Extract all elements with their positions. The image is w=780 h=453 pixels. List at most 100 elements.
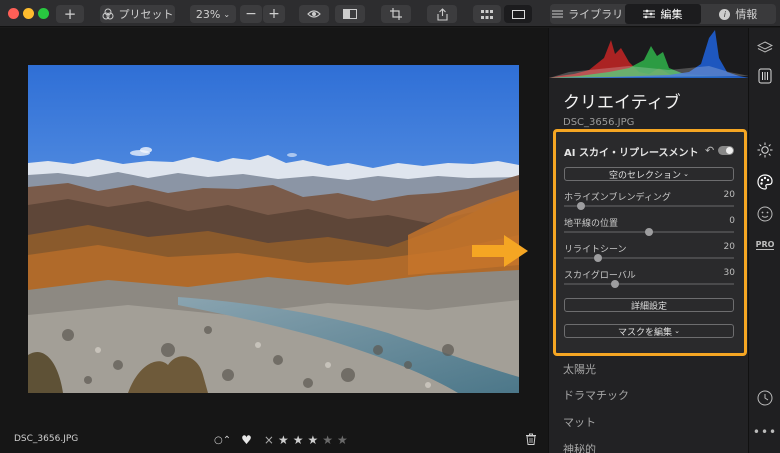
arrow-right-icon [472,235,528,267]
zoom-out-button[interactable]: − [240,5,262,23]
sky-selection-dropdown[interactable]: 空のセレクション ⌄ [564,167,734,181]
heart-icon[interactable]: ♥ [241,433,252,447]
zoom-in-button[interactable]: + [263,5,285,23]
sun-icon [757,142,773,158]
star-2[interactable]: ★ [293,433,304,447]
slider-knob[interactable] [577,202,585,210]
tool-matte[interactable]: マット [563,414,596,430]
image-canvas[interactable] [0,28,548,453]
light-tools-button[interactable] [755,140,775,160]
share-button[interactable] [427,5,457,23]
horizon-position-slider[interactable] [564,228,734,236]
essentials-icon [758,68,772,84]
slider-value: 20 [723,242,735,252]
tool-mystical[interactable]: 神秘的 [563,441,596,453]
single-image-icon [511,9,525,19]
top-toolbar: + プリセット 23% ⌄ − + ライブラリ 編集 i 情報 [0,0,780,27]
panel-filename: DSC_3656.JPG [563,117,635,128]
star-3[interactable]: ★ [307,433,318,447]
essentials-button[interactable] [755,66,775,86]
tab-info-label: 情報 [735,8,758,21]
edit-sliders-icon [643,9,656,19]
pro-tools-button[interactable]: PRO [755,235,775,255]
advanced-settings-button[interactable]: 詳細設定 [564,298,734,312]
mode-segmented-control: ライブラリ 編集 i 情報 [550,4,776,24]
slider-label: スカイグローバル [564,271,636,281]
info-icon: i [719,8,731,20]
edit-mask-dropdown[interactable]: マスクを編集 ⌄ [564,324,734,338]
chevron-down-icon: ⌄ [223,9,231,19]
sky-global-slider[interactable] [564,280,734,288]
portrait-tools-button[interactable] [755,204,775,224]
compare-icon [343,9,357,19]
slider-knob[interactable] [611,280,619,288]
panel-title: クリエイティブ [563,93,681,113]
zoom-level: 23% [195,7,221,21]
preset-circles-icon [102,8,113,20]
palette-icon [757,174,773,190]
minimize-window-button[interactable] [23,8,34,19]
slider-label: リライトシーン [564,245,627,255]
landscape-photo [28,65,519,393]
preset-label: プリセット [118,8,174,21]
tab-edit[interactable]: 編集 [625,4,701,24]
tab-library[interactable]: ライブラリ [550,4,625,24]
minus-icon: − [245,6,257,22]
sky-selection-label: 空のセレクション [609,170,682,181]
horizon-blending-slider[interactable] [564,202,734,210]
slider-knob[interactable] [645,228,653,236]
star-5[interactable]: ★ [337,433,348,447]
slider-value: 0 [729,216,735,226]
eye-icon [307,10,321,18]
more-button[interactable]: ••• [752,422,778,442]
current-filename: DSC_3656.JPG [14,434,79,444]
slider-value: 20 [723,190,735,200]
preset-button[interactable]: プリセット [100,5,175,23]
pro-icon: PRO [755,240,775,250]
plus-icon: + [63,4,77,23]
chevron-down-icon: ⌄ [683,170,689,178]
tool-sunrays[interactable]: 太陽光 [563,361,596,377]
close-window-button[interactable] [8,8,19,19]
zoom-window-button[interactable] [38,8,49,19]
crop-button[interactable] [381,5,411,23]
tool-dramatic[interactable]: ドラマチック [563,387,629,403]
more-dots-icon: ••• [752,425,778,439]
rating-bar: ○⌃ ♥ × ★ ★ ★ ★ ★ [214,433,348,447]
plus-icon: + [268,6,280,22]
color-label-icon[interactable]: ○⌃ [214,435,231,446]
tool-category-bar: PRO ••• [748,28,780,453]
undo-icon[interactable]: ↶ [705,144,714,157]
ai-sky-replacement-module: AI スカイ・リプレースメント ↶ 空のセレクション ⌄ ホライズンブレンディン… [553,129,747,356]
share-icon [436,7,448,21]
layers-icon [757,41,773,53]
edit-panel: クリエイティブ DSC_3656.JPG AI スカイ・リプレースメント ↶ 空… [548,28,748,453]
star-1[interactable]: ★ [278,433,289,447]
crop-icon [390,8,402,20]
tab-info[interactable]: i 情報 [701,4,776,24]
preview-button[interactable] [299,5,329,23]
reject-icon[interactable]: × [264,433,274,447]
trash-icon[interactable] [526,433,536,445]
edit-mask-label: マスクを編集 [618,327,673,338]
module-title[interactable]: AI スカイ・リプレースメント [564,144,698,159]
history-button[interactable] [755,388,775,408]
library-sliders-icon [552,10,564,18]
slider-knob[interactable] [594,254,602,262]
slider-label: 地平線の位置 [564,219,619,229]
grid-view-button[interactable] [473,5,501,23]
single-view-button[interactable] [504,5,532,23]
compare-button[interactable] [335,5,365,23]
module-toggle[interactable] [718,146,734,155]
clock-icon [757,390,773,406]
star-4[interactable]: ★ [322,433,333,447]
advanced-settings-label: 詳細設定 [630,301,667,312]
zoom-dropdown[interactable]: 23% ⌄ [190,5,236,23]
layers-button[interactable] [755,38,775,58]
relight-scene-slider[interactable] [564,254,734,262]
creative-tools-button[interactable] [755,172,775,192]
tab-edit-label: 編集 [660,8,683,21]
chevron-down-icon: ⌄ [674,327,680,335]
add-button[interactable]: + [56,5,84,23]
slider-value: 30 [723,268,735,278]
